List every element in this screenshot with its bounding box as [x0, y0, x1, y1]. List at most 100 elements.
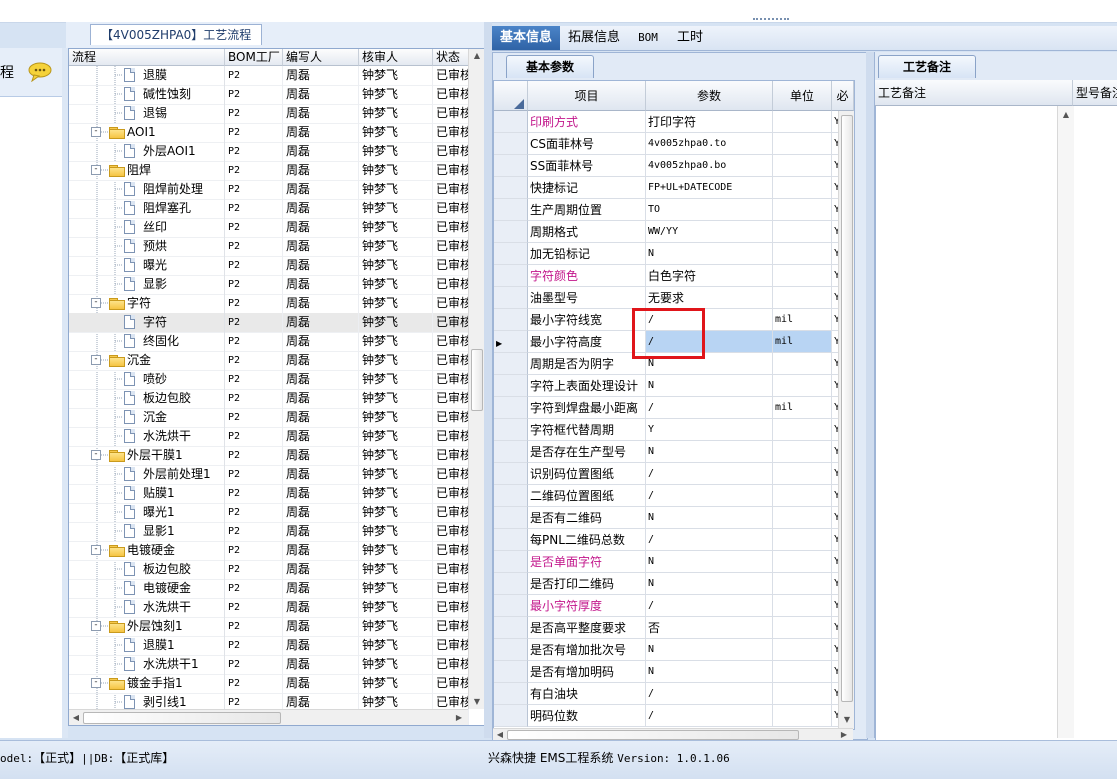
tree-row-name-cell[interactable]: 曝光	[69, 256, 225, 275]
tree-step-row[interactable]: 丝印 P2 周磊 钟梦飞 已审核	[69, 218, 469, 238]
tree-row-name-cell[interactable]: 水洗烘干1	[69, 655, 225, 674]
tree-row-name-cell[interactable]: 退膜	[69, 66, 225, 85]
tree-row-name-cell[interactable]: - 镀金手指1	[69, 674, 225, 693]
tree-row-name-cell[interactable]: - 电镀硬金	[69, 541, 225, 560]
tree-step-row[interactable]: 显影1 P2 周磊 钟梦飞 已审核	[69, 522, 469, 542]
scroll-right-arrow-icon[interactable]: ▶	[454, 713, 464, 722]
collapse-toggle-icon[interactable]: -	[91, 298, 101, 308]
collapse-toggle-icon[interactable]: -	[91, 355, 101, 365]
row-selector[interactable]	[494, 485, 528, 507]
param-value-cell[interactable]: N	[646, 551, 773, 573]
tab-work-hours[interactable]: 工时	[672, 26, 708, 50]
tree-row-name-cell[interactable]: 外层AOI1	[69, 142, 225, 161]
tree-step-row[interactable]: 曝光1 P2 周磊 钟梦飞 已审核	[69, 503, 469, 523]
row-selector[interactable]	[494, 133, 528, 155]
param-value-cell[interactable]: /	[646, 397, 773, 419]
param-row[interactable]: 最小字符厚度/Y	[494, 595, 854, 617]
param-value-cell[interactable]: FP+UL+DATECODE	[646, 177, 773, 199]
scroll-left-arrow-icon[interactable]: ◀	[495, 730, 505, 739]
scroll-down-arrow-icon[interactable]: ▼	[469, 697, 485, 706]
process-notes-grid[interactable]	[875, 80, 1117, 742]
param-value-cell[interactable]: N	[646, 375, 773, 397]
tree-group-row[interactable]: - 沉金 P2 周磊 钟梦飞 已审核	[69, 351, 469, 371]
scroll-down-arrow-icon[interactable]: ▼	[839, 715, 854, 724]
collapse-toggle-icon[interactable]: -	[91, 621, 101, 631]
tree-group-row[interactable]: - 电镀硬金 P2 周磊 钟梦飞 已审核	[69, 541, 469, 561]
row-selector[interactable]	[494, 287, 528, 309]
tree-vscroll-thumb[interactable]	[471, 349, 483, 411]
tree-group-row[interactable]: - 镀金手指1 P2 周磊 钟梦飞 已审核	[69, 674, 469, 694]
param-value-cell[interactable]: 4v005zhpa0.bo	[646, 155, 773, 177]
param-value-cell[interactable]: 白色字符	[646, 265, 773, 287]
row-selector[interactable]	[494, 111, 528, 133]
row-selector[interactable]	[494, 661, 528, 683]
param-value-cell[interactable]: WW/YY	[646, 221, 773, 243]
param-row[interactable]: 字符到焊盘最小距离/milY	[494, 397, 854, 419]
param-value-cell[interactable]: N	[646, 639, 773, 661]
tree-step-row[interactable]: 贴膜1 P2 周磊 钟梦飞 已审核	[69, 484, 469, 504]
row-selector[interactable]	[494, 155, 528, 177]
row-selector[interactable]	[494, 595, 528, 617]
param-row[interactable]: 是否打印二维码NY	[494, 573, 854, 595]
param-value-cell[interactable]: /	[646, 683, 773, 705]
param-value-cell[interactable]: /	[646, 529, 773, 551]
row-selector[interactable]	[494, 199, 528, 221]
right-splitter[interactable]	[866, 52, 874, 738]
params-grid[interactable]: 项目 参数 单位 必 印刷方式打印字符YCS面菲林号4v005zhpa0.toY…	[493, 80, 855, 730]
row-selector[interactable]	[494, 397, 528, 419]
row-selector[interactable]	[494, 573, 528, 595]
param-row[interactable]: 二维码位置图纸/Y	[494, 485, 854, 507]
param-value-cell[interactable]: N	[646, 661, 773, 683]
tree-step-row[interactable]: 终固化 P2 周磊 钟梦飞 已审核	[69, 332, 469, 352]
tree-row-name-cell[interactable]: 终固化	[69, 332, 225, 351]
param-row[interactable]: CS面菲林号4v005zhpa0.toY	[494, 133, 854, 155]
splitter-grip[interactable]	[753, 18, 789, 24]
tree-row-name-cell[interactable]: - 阻焊	[69, 161, 225, 180]
param-row[interactable]: 快捷标记FP+UL+DATECODEY	[494, 177, 854, 199]
param-value-cell[interactable]: /	[646, 463, 773, 485]
tree-row-name-cell[interactable]: 字符	[69, 313, 225, 332]
subtab-basic-params[interactable]: 基本参数	[506, 55, 594, 78]
tree-step-row[interactable]: 曝光 P2 周磊 钟梦飞 已审核	[69, 256, 469, 276]
row-selector[interactable]	[494, 617, 528, 639]
tree-step-row[interactable]: 阻焊塞孔 P2 周磊 钟梦飞 已审核	[69, 199, 469, 219]
tree-step-row[interactable]: 电镀硬金 P2 周磊 钟梦飞 已审核	[69, 579, 469, 599]
row-selector[interactable]	[494, 683, 528, 705]
tree-row-name-cell[interactable]: 沉金	[69, 408, 225, 427]
param-value-cell[interactable]: 4v005zhpa0.to	[646, 133, 773, 155]
row-selector[interactable]	[494, 353, 528, 375]
param-value-cell[interactable]: N	[646, 243, 773, 265]
param-row[interactable]: 明码位数/Y	[494, 705, 854, 727]
tree-row-name-cell[interactable]: 阻焊塞孔	[69, 199, 225, 218]
param-value-cell[interactable]: Y	[646, 419, 773, 441]
row-selector[interactable]	[494, 265, 528, 287]
tree-step-row[interactable]: 显影 P2 周磊 钟梦飞 已审核	[69, 275, 469, 295]
tree-row-name-cell[interactable]: - AOI1	[69, 123, 225, 142]
tab-extended-info[interactable]: 拓展信息	[563, 26, 625, 50]
row-selector[interactable]	[494, 177, 528, 199]
param-row[interactable]: SS面菲林号4v005zhpa0.boY	[494, 155, 854, 177]
row-selector[interactable]	[494, 375, 528, 397]
param-value-cell[interactable]: N	[646, 573, 773, 595]
column-header-process-notes[interactable]: 工艺备注	[875, 80, 1073, 106]
tree-row-name-cell[interactable]: 退锡	[69, 104, 225, 123]
param-row[interactable]: 每PNL二维码总数/Y	[494, 529, 854, 551]
param-row[interactable]: 加无铅标记NY	[494, 243, 854, 265]
param-row[interactable]: 字符上表面处理设计NY	[494, 375, 854, 397]
row-selector[interactable]	[494, 419, 528, 441]
param-value-cell[interactable]: N	[646, 507, 773, 529]
tree-row-name-cell[interactable]: 外层前处理1	[69, 465, 225, 484]
process-tree-grid[interactable]: 流程 BOM工厂 编写人 核审人 状态 退膜 P2 周磊 钟梦飞 已审核 碱性蚀刻 P2 周磊…	[68, 48, 486, 726]
row-selector[interactable]	[494, 243, 528, 265]
params-hscroll-thumb[interactable]	[507, 730, 799, 740]
row-selector[interactable]	[494, 639, 528, 661]
tree-row-name-cell[interactable]: 贴膜1	[69, 484, 225, 503]
tree-row-name-cell[interactable]: 电镀硬金	[69, 579, 225, 598]
tree-group-row[interactable]: - 阻焊 P2 周磊 钟梦飞 已审核	[69, 161, 469, 181]
params-vertical-scrollbar[interactable]: ▼	[838, 111, 854, 729]
collapse-toggle-icon[interactable]: -	[91, 678, 101, 688]
tree-row-name-cell[interactable]: 曝光1	[69, 503, 225, 522]
param-row[interactable]: 印刷方式打印字符Y	[494, 111, 854, 133]
tree-step-row[interactable]: 碱性蚀刻 P2 周磊 钟梦飞 已审核	[69, 85, 469, 105]
row-selector[interactable]	[494, 221, 528, 243]
